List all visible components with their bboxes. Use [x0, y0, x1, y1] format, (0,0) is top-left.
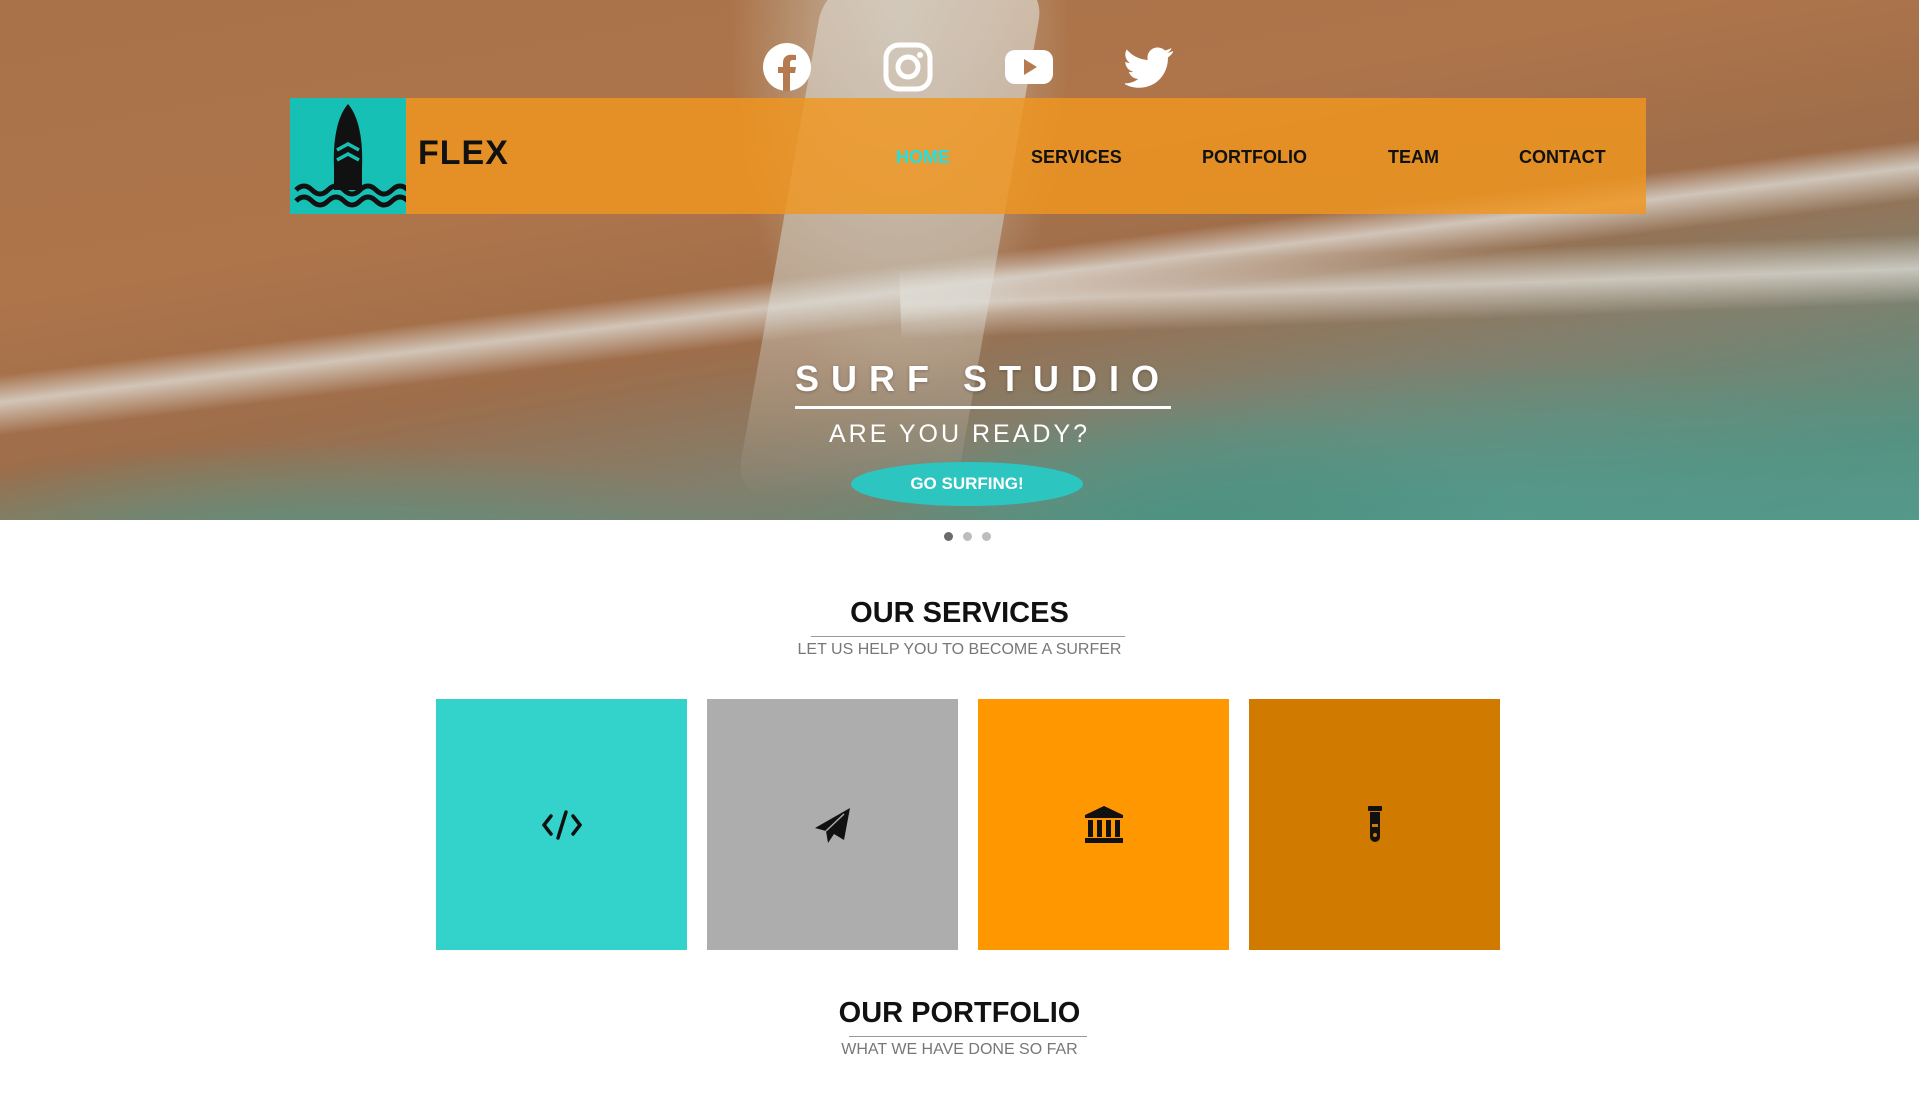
portfolio-divider: [849, 1036, 1087, 1037]
hero-title: SURF STUDIO: [795, 358, 1172, 409]
nav-team[interactable]: TEAM: [1388, 147, 1439, 168]
main-navbar: FLEX HOME SERVICES PORTFOLIO TEAM CONTAC…: [290, 98, 1646, 214]
flask-icon: [1367, 805, 1382, 842]
nav-contact[interactable]: CONTACT: [1519, 147, 1606, 168]
bank-icon: [1084, 805, 1123, 843]
services-subtitle: LET US HELP YOU TO BECOME A SURFER: [797, 641, 1122, 658]
slide-dot-3[interactable]: [982, 532, 991, 541]
hero-subtitle: ARE YOU READY?: [828, 420, 1091, 448]
go-surfing-button[interactable]: GO SURFING!: [851, 462, 1083, 506]
slide-dot-2[interactable]: [963, 532, 972, 541]
twitter-icon[interactable]: [1125, 42, 1175, 92]
nav-services[interactable]: SERVICES: [1031, 147, 1122, 168]
slide-dot-1[interactable]: [944, 532, 953, 541]
services-title: OUR SERVICES: [850, 597, 1069, 629]
service-card-code[interactable]: [436, 699, 687, 950]
service-card-bank[interactable]: [978, 699, 1229, 950]
instagram-icon[interactable]: [883, 42, 933, 92]
portfolio-subtitle: WHAT WE HAVE DONE SO FAR: [841, 1041, 1078, 1058]
nav-portfolio[interactable]: PORTFOLIO: [1202, 147, 1307, 168]
surfboard-logo-icon: [294, 104, 410, 208]
logo[interactable]: [290, 98, 410, 214]
youtube-icon[interactable]: [1004, 42, 1054, 92]
nav-home[interactable]: HOME: [896, 147, 950, 168]
services-divider: [811, 636, 1125, 637]
service-card-send[interactable]: [707, 699, 958, 950]
facebook-icon[interactable]: [762, 42, 812, 92]
brand-name[interactable]: FLEX: [418, 134, 509, 173]
paper-plane-icon: [814, 807, 850, 843]
service-card-lab[interactable]: [1249, 699, 1500, 950]
portfolio-title: OUR PORTFOLIO: [838, 997, 1081, 1029]
code-icon: [541, 809, 582, 840]
slideshow-dots: [944, 532, 991, 541]
